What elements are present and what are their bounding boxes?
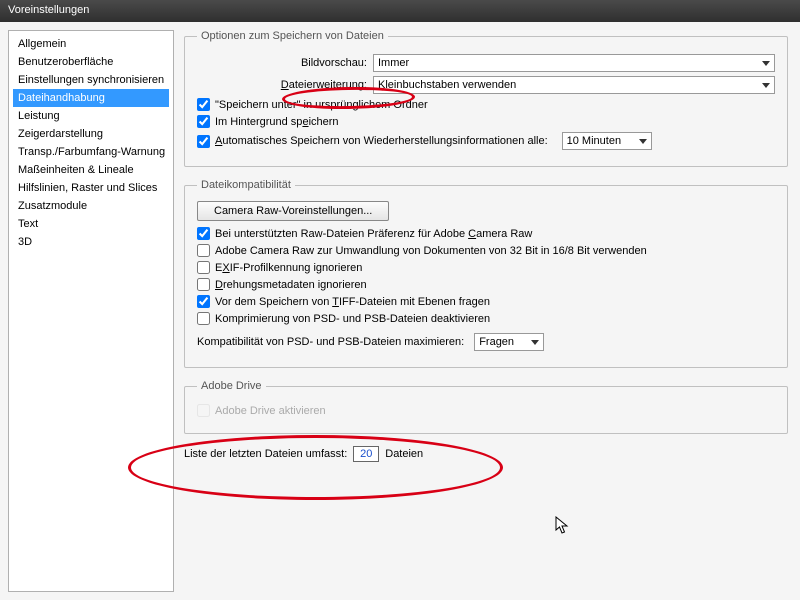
dialog-body: Allgemein Benutzeroberfläche Einstellung… — [0, 22, 800, 600]
background-save-checkbox[interactable]: Im Hintergrund speichern — [197, 115, 775, 128]
sidebar-item-transp[interactable]: Transp./Farbumfang-Warnung — [13, 143, 169, 161]
adobe-drive-legend: Adobe Drive — [197, 380, 266, 392]
sidebar-item-benutzeroberflaeche[interactable]: Benutzeroberfläche — [13, 53, 169, 71]
file-compat-legend: Dateikompatibilität — [197, 179, 295, 191]
window-titlebar: Voreinstellungen — [0, 0, 800, 22]
raw-pref-checkbox[interactable]: Bei unterstützten Raw-Dateien Präferenz … — [197, 227, 775, 240]
chevron-down-icon — [762, 61, 770, 66]
recent-files-label: Liste der letzten Dateien umfasst: — [184, 448, 347, 460]
main-panel: Optionen zum Speichern von Dateien Bildv… — [174, 22, 800, 600]
maximize-compat-label: Kompatibilität von PSD- und PSB-Dateien … — [197, 336, 464, 348]
window-title: Voreinstellungen — [8, 4, 89, 16]
recent-files-row: Liste der letzten Dateien umfasst: 20 Da… — [184, 446, 788, 462]
sidebar-item-zeigerdarstellung[interactable]: Zeigerdarstellung — [13, 125, 169, 143]
adobe-drive-checkbox: Adobe Drive aktivieren — [197, 404, 775, 417]
file-compat-group: Dateikompatibilität Camera Raw-Voreinste… — [184, 179, 788, 368]
recent-files-suffix: Dateien — [385, 448, 423, 460]
saveas-original-checkbox[interactable]: "Speichern unter" in ursprünglichem Ordn… — [197, 98, 775, 111]
camera-raw-prefs-button[interactable]: Camera Raw-Voreinstellungen... — [197, 201, 389, 221]
save-options-legend: Optionen zum Speichern von Dateien — [197, 30, 388, 42]
adobe-drive-group: Adobe Drive Adobe Drive aktivieren — [184, 380, 788, 434]
maximize-compat-select[interactable]: Fragen — [474, 333, 544, 351]
sidebar-item-text[interactable]: Text — [13, 215, 169, 233]
rotation-ignore-checkbox[interactable]: Drehungsmetadaten ignorieren — [197, 278, 775, 291]
recent-files-input[interactable]: 20 — [353, 446, 379, 462]
tiff-ask-checkbox[interactable]: Vor dem Speichern von TIFF-Dateien mit E… — [197, 295, 775, 308]
exif-ignore-checkbox[interactable]: EXIF-Profilkennung ignorieren — [197, 261, 775, 274]
autosave-interval-select[interactable]: 10 Minuten — [562, 132, 652, 150]
sidebar-item-leistung[interactable]: Leistung — [13, 107, 169, 125]
preview-label: Bildvorschau: — [197, 57, 367, 69]
sidebar-item-dateihandhabung[interactable]: Dateihandhabung — [13, 89, 169, 107]
psd-compression-checkbox[interactable]: Komprimierung von PSD- und PSB-Dateien d… — [197, 312, 775, 325]
chevron-down-icon — [762, 83, 770, 88]
sidebar-item-allgemein[interactable]: Allgemein — [13, 35, 169, 53]
save-options-group: Optionen zum Speichern von Dateien Bildv… — [184, 30, 788, 167]
chevron-down-icon — [531, 340, 539, 345]
sidebar-item-masseinheiten[interactable]: Maßeinheiten & Lineale — [13, 161, 169, 179]
sidebar-item-sync[interactable]: Einstellungen synchronisieren — [13, 71, 169, 89]
autosave-checkbox[interactable]: Automatisches Speichern von Wiederherste… — [197, 132, 775, 150]
category-sidebar: Allgemein Benutzeroberfläche Einstellung… — [8, 30, 174, 592]
sidebar-item-hilfslinien[interactable]: Hilfslinien, Raster und Slices — [13, 179, 169, 197]
chevron-down-icon — [639, 139, 647, 144]
preview-select[interactable]: Immer — [373, 54, 775, 72]
extension-select[interactable]: Kleinbuchstaben verwenden — [373, 76, 775, 94]
raw-32bit-checkbox[interactable]: Adobe Camera Raw zur Umwandlung von Doku… — [197, 244, 775, 257]
sidebar-item-3d[interactable]: 3D — [13, 233, 169, 251]
extension-label: Dateierweiterung: — [197, 79, 367, 91]
sidebar-item-zusatzmodule[interactable]: Zusatzmodule — [13, 197, 169, 215]
